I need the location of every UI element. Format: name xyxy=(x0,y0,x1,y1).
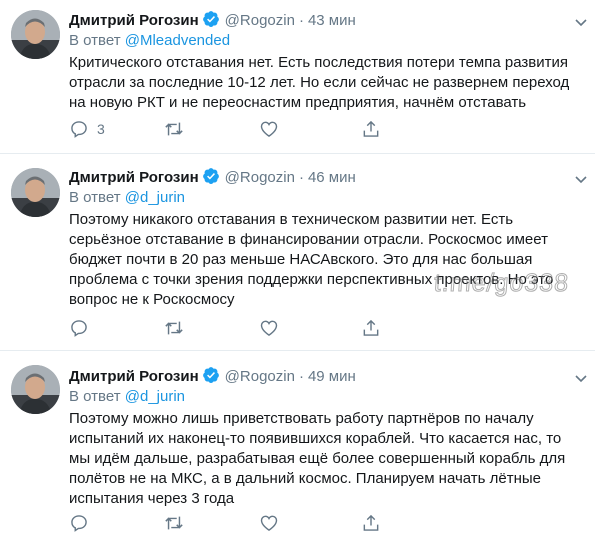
share-button[interactable] xyxy=(361,513,381,533)
reply-context: В ответ @d_jurin xyxy=(69,387,585,407)
verified-badge-icon xyxy=(202,167,220,191)
separator-dot: · xyxy=(298,368,304,385)
avatar[interactable] xyxy=(11,168,60,217)
avatar-icon xyxy=(11,10,60,59)
reply-icon xyxy=(71,515,87,532)
timestamp[interactable]: 46 мин xyxy=(308,169,356,186)
share-icon xyxy=(363,319,379,336)
separator-dot: · xyxy=(298,12,304,29)
share-button[interactable] xyxy=(361,119,381,139)
tweet[interactable]: Дмитрий Рогозин @Rogozin · 49 мин В ответ @… xyxy=(0,351,595,543)
retweet-button[interactable] xyxy=(163,513,185,533)
tweet-text: Критического отставания нет. Есть послед… xyxy=(69,53,585,113)
avatar-icon xyxy=(11,168,60,217)
author-handle[interactable]: @Rogozin xyxy=(225,12,295,29)
like-icon xyxy=(260,320,278,336)
tweet-text-line: Поэтому можно лишь приветствовать работу… xyxy=(69,410,534,427)
reply-count: 3 xyxy=(97,121,105,137)
reply-mention-link[interactable]: @d_jurin xyxy=(125,388,185,405)
timestamp[interactable]: 43 мин xyxy=(308,12,356,29)
reply-prefix: В ответ xyxy=(69,189,121,206)
chevron-down-icon[interactable] xyxy=(573,14,589,30)
tweet-text-line: Поэтому никакого отставания в техническо… xyxy=(69,211,514,228)
like-button[interactable] xyxy=(259,513,279,533)
tweet-text-line: на новую РКТ и не переоснастим предприят… xyxy=(69,94,527,111)
tweet[interactable]: Дмитрий Рогозин @Rogozin · 46 мин В ответ @… xyxy=(0,154,595,350)
tweet-header: Дмитрий Рогозин @Rogozin · 43 мин xyxy=(69,10,585,30)
reply-prefix: В ответ xyxy=(69,32,121,49)
tweet-text-line: мы идём дальше, разрабатывая ещё более с… xyxy=(69,450,566,467)
separator-dot: · xyxy=(298,169,304,186)
chevron-down-icon[interactable] xyxy=(573,370,589,386)
tweet-text: Поэтому можно лишь приветствовать работу… xyxy=(69,409,585,509)
reply-mention-link[interactable]: @d_jurin xyxy=(125,189,185,206)
retweet-icon xyxy=(165,516,183,530)
verified-badge-icon xyxy=(202,366,220,390)
tweet-header: Дмитрий Рогозин @Rogozin · 49 мин xyxy=(69,366,585,386)
reply-context: В ответ @d_jurin xyxy=(69,188,585,208)
avatar-icon xyxy=(11,365,60,414)
reply-context: В ответ @Mleadvended xyxy=(69,31,585,51)
author-name[interactable]: Дмитрий Рогозин xyxy=(69,368,199,385)
like-icon xyxy=(260,121,278,137)
reply-button[interactable]: 3 xyxy=(69,119,105,139)
share-icon xyxy=(363,514,379,531)
retweet-button[interactable] xyxy=(163,318,185,338)
tweet-actions xyxy=(69,318,399,338)
avatar[interactable] xyxy=(11,365,60,414)
chevron-down-icon[interactable] xyxy=(573,171,589,187)
reply-mention-link[interactable]: @Mleadvended xyxy=(125,32,230,49)
avatar[interactable] xyxy=(11,10,60,59)
reply-icon xyxy=(71,121,87,138)
reply-prefix: В ответ xyxy=(69,388,121,405)
author-handle[interactable]: @Rogozin xyxy=(225,169,295,186)
share-icon xyxy=(363,120,379,137)
retweet-icon xyxy=(165,321,183,335)
timestamp[interactable]: 49 мин xyxy=(308,368,356,385)
tweet-header: Дмитрий Рогозин @Rogozin · 46 мин xyxy=(69,167,585,187)
reply-button[interactable] xyxy=(69,513,89,533)
like-button[interactable] xyxy=(259,318,279,338)
watermark: t.me/go338 xyxy=(433,269,571,298)
tweet-actions xyxy=(69,513,399,533)
share-button[interactable] xyxy=(361,318,381,338)
tweet-text-line: полётов не на МКС, а в дальний космос. П… xyxy=(69,470,542,487)
author-handle[interactable]: @Rogozin xyxy=(225,368,295,385)
tweet[interactable]: Дмитрий Рогозин @Rogozin · 43 мин В ответ @… xyxy=(0,0,595,153)
author-name[interactable]: Дмитрий Рогозин xyxy=(69,169,199,186)
retweet-button[interactable] xyxy=(163,119,185,139)
reply-icon xyxy=(71,320,87,337)
tweet-text-line: отрасли за последние 10-12 лет. Но если … xyxy=(69,74,570,91)
tweet-actions: 3 xyxy=(69,119,399,139)
tweet-text-line: бюджет почти в 20 раз меньше НАСАвского.… xyxy=(69,251,533,268)
retweet-icon xyxy=(165,122,183,136)
tweet-text-line: серьёзное отставание в финансировании от… xyxy=(69,231,548,248)
tweet-text-line: испытания через 3 года xyxy=(69,490,235,507)
like-button[interactable] xyxy=(259,119,279,139)
author-name[interactable]: Дмитрий Рогозин xyxy=(69,12,199,29)
like-icon xyxy=(260,515,278,531)
tweet-text-line: Критического отставания нет. Есть послед… xyxy=(69,54,568,71)
tweet-text-line: испытаний их наконец-то появившихся кора… xyxy=(69,430,562,447)
reply-button[interactable] xyxy=(69,318,89,338)
